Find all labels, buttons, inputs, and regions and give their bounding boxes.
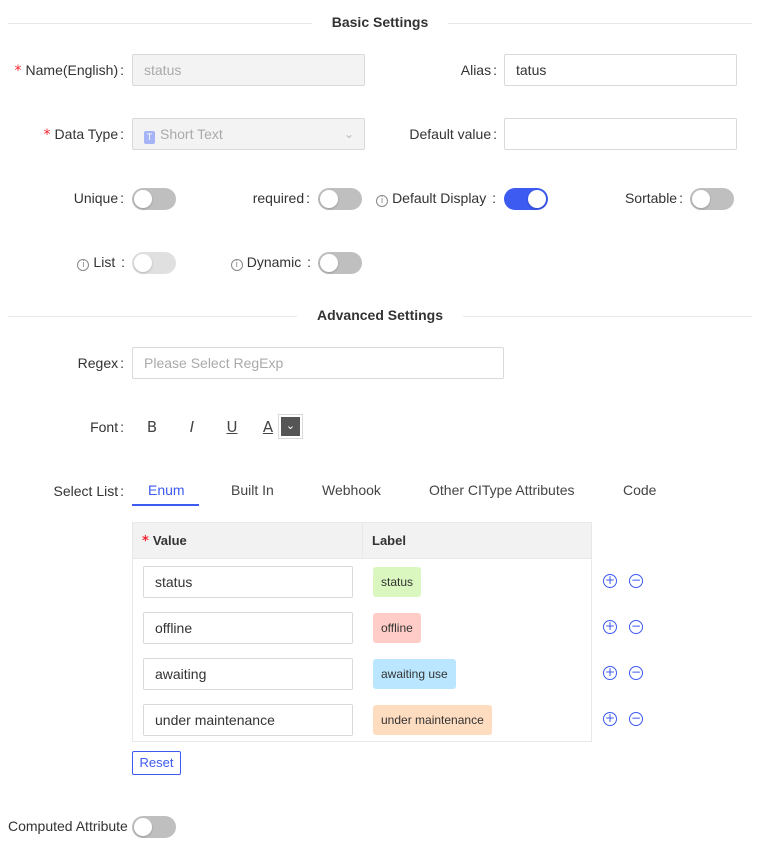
tab-other-citype-attributes[interactable]: Other CIType Attributes: [429, 482, 575, 498]
advanced-settings-title: Advanced Settings: [296, 307, 464, 323]
name-label: * Name(English):: [14, 62, 124, 79]
required-toggle[interactable]: [318, 188, 362, 210]
bold-button[interactable]: B: [142, 417, 162, 437]
info-icon: i: [376, 195, 389, 207]
basic-settings-divider: Basic Settings: [8, 12, 752, 34]
dynamic-label: i Dynamic :: [230, 254, 311, 271]
list-label: i List :: [77, 254, 125, 271]
info-icon: i: [230, 259, 243, 271]
default-display-label: i Default Display :: [376, 190, 496, 207]
reset-button[interactable]: Reset: [132, 751, 181, 775]
sortable-toggle[interactable]: [690, 188, 734, 210]
advanced-settings-divider: Advanced Settings: [8, 305, 752, 327]
unique-label: Unique:: [73, 190, 124, 206]
regex-select[interactable]: Please Select RegExp: [132, 347, 504, 379]
tab-enum[interactable]: Enum: [148, 482, 185, 498]
plus-circle-icon[interactable]: +: [603, 574, 617, 588]
alias-label: Alias:: [460, 62, 497, 78]
minus-circle-icon[interactable]: −: [629, 620, 643, 634]
regex-label: Regex:: [77, 355, 124, 371]
sortable-label: Sortable:: [624, 190, 683, 206]
enum-label-tag[interactable]: awaiting use: [373, 659, 456, 689]
unique-toggle[interactable]: [132, 188, 176, 210]
enum-value-input[interactable]: under maintenance: [143, 704, 353, 736]
data-type-value: Short Text: [160, 126, 223, 142]
default-value-input[interactable]: [504, 118, 737, 150]
default-display-toggle[interactable]: [504, 188, 548, 210]
enum-value-input[interactable]: offline: [143, 612, 353, 644]
value-column-header: * Value: [142, 533, 187, 549]
font-label: Font:: [90, 419, 124, 435]
enum-value-input[interactable]: awaiting: [143, 658, 353, 690]
chevron-down-icon: ⌄: [281, 417, 300, 436]
select-list-label: Select List:: [53, 483, 124, 499]
computed-attribute-label: Computed Attribute: [8, 818, 128, 834]
enum-table: * Value Label status status offline offli…: [132, 522, 592, 742]
data-type-select[interactable]: T Short Text ⌄: [132, 118, 365, 150]
minus-circle-icon[interactable]: −: [629, 666, 643, 680]
enum-value-input[interactable]: status: [143, 566, 353, 598]
minus-circle-icon[interactable]: −: [629, 712, 643, 726]
alias-input[interactable]: tatus: [504, 54, 737, 86]
label-column-header: Label: [372, 533, 406, 548]
enum-label-tag[interactable]: offline: [373, 613, 421, 643]
table-header: * Value Label: [133, 523, 591, 559]
font-color-dropdown[interactable]: ⌄: [278, 414, 303, 439]
active-tab-indicator: [132, 504, 199, 506]
enum-label-tag[interactable]: under maintenance: [373, 705, 492, 735]
computed-attribute-toggle[interactable]: [132, 816, 176, 838]
plus-circle-icon[interactable]: +: [603, 666, 617, 680]
minus-circle-icon[interactable]: −: [629, 574, 643, 588]
tab-built-in[interactable]: Built In: [231, 482, 274, 498]
tab-code[interactable]: Code: [623, 482, 656, 498]
basic-settings-title: Basic Settings: [311, 14, 449, 30]
chevron-down-icon: ⌄: [343, 127, 354, 141]
underline-button[interactable]: U: [222, 417, 242, 437]
font-color-button[interactable]: A: [258, 417, 278, 437]
tab-webhook[interactable]: Webhook: [322, 482, 381, 498]
info-icon: i: [77, 259, 90, 271]
enum-label-tag[interactable]: status: [373, 567, 422, 597]
text-type-icon: T: [144, 131, 155, 144]
data-type-label: * Data Type:: [43, 126, 124, 143]
plus-circle-icon[interactable]: +: [603, 620, 617, 634]
plus-circle-icon[interactable]: +: [603, 712, 617, 726]
required-label: required:: [252, 190, 310, 206]
dynamic-toggle[interactable]: [318, 252, 362, 274]
default-value-label: Default value:: [409, 126, 497, 142]
list-toggle[interactable]: [132, 252, 176, 274]
italic-button[interactable]: I: [182, 417, 202, 437]
name-input[interactable]: status: [132, 54, 365, 86]
